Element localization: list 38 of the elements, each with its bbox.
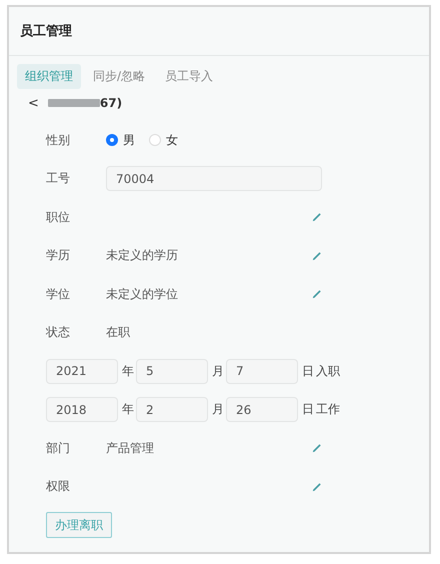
radio-label: 男 [123, 132, 135, 149]
input-field[interactable]: 70004 [106, 166, 322, 192]
edit-icon[interactable] [312, 289, 322, 300]
edit-icon[interactable] [312, 482, 322, 492]
field-value: 未定义的学位 [106, 286, 179, 303]
radio-button[interactable] [106, 134, 118, 146]
employee-name: 67) [100, 96, 122, 110]
input-field[interactable]: 5 [136, 358, 208, 384]
field-label: 工号 [46, 170, 71, 188]
field-value: 未定义的学历 [106, 247, 179, 264]
field-label: 部门 [46, 440, 71, 457]
date-unit: 日 [302, 401, 314, 418]
back-icon[interactable]: < [28, 96, 39, 110]
input-field[interactable]: 26 [226, 397, 298, 422]
edit-icon[interactable] [312, 443, 322, 454]
date-unit: 月 [212, 401, 224, 418]
date-label: 入职 [316, 362, 340, 380]
input-field[interactable]: 2018 [46, 397, 118, 422]
input-field[interactable]: 2 [136, 397, 208, 422]
field-label: 状态 [46, 324, 71, 342]
edit-icon[interactable] [312, 250, 322, 261]
date-unit: 年 [122, 362, 134, 380]
date-unit: 月 [212, 362, 224, 380]
field-label: 学位 [46, 286, 71, 303]
date-unit: 年 [122, 401, 134, 418]
date-unit: 日 [302, 362, 314, 380]
field-label: 性别 [46, 132, 71, 149]
field-label: 职位 [46, 208, 71, 226]
field-value: 产品管理 [106, 440, 155, 457]
field-value: 在职 [106, 324, 131, 342]
input-field[interactable]: 7 [226, 358, 298, 384]
input-field[interactable]: 2021 [46, 358, 118, 384]
window-title: 员工管理 [20, 23, 72, 40]
edit-icon[interactable] [312, 212, 322, 222]
field-label: 学历 [46, 247, 71, 264]
radio-label: 女 [166, 132, 178, 149]
date-label: 工作 [316, 401, 340, 418]
field-label: 权限 [46, 478, 71, 496]
